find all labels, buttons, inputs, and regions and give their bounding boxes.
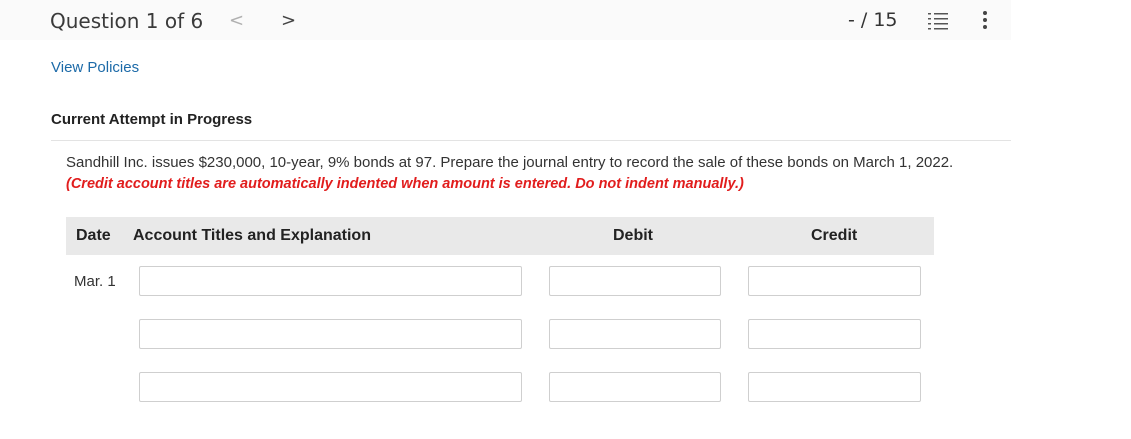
chevron-right-icon[interactable]: > <box>281 10 296 31</box>
list-icon[interactable] <box>928 12 948 35</box>
question-text: Sandhill Inc. issues $230,000, 10-year, … <box>66 154 954 171</box>
question-instruction: (Credit account titles are automatically… <box>66 176 744 192</box>
credit-input[interactable] <box>748 319 921 349</box>
header-account: Account Titles and Explanation <box>133 227 371 244</box>
header-credit: Credit <box>811 227 858 244</box>
account-title-input[interactable] <box>139 372 522 402</box>
entry-date: Mar. 1 <box>74 273 116 290</box>
chevron-left-icon[interactable]: < <box>229 10 244 31</box>
top-bar: Question 1 of 6 < > - / 15 <box>0 0 1011 40</box>
attempt-status: Current Attempt in Progress <box>51 111 253 128</box>
credit-input[interactable] <box>748 372 921 402</box>
account-title-input[interactable] <box>139 319 522 349</box>
debit-input[interactable] <box>549 266 721 296</box>
header-date: Date <box>76 227 111 244</box>
score-display: - / 15 <box>848 9 898 31</box>
journal-table-header: Date Account Titles and Explanation Debi… <box>66 217 934 255</box>
account-title-input[interactable] <box>139 266 522 296</box>
view-policies-link[interactable]: View Policies <box>51 59 139 76</box>
more-vertical-icon[interactable] <box>982 10 988 35</box>
debit-input[interactable] <box>549 319 721 349</box>
divider <box>51 140 1011 141</box>
debit-input[interactable] <box>549 372 721 402</box>
question-counter: Question 1 of 6 <box>50 9 204 33</box>
header-debit: Debit <box>613 227 653 244</box>
credit-input[interactable] <box>748 266 921 296</box>
